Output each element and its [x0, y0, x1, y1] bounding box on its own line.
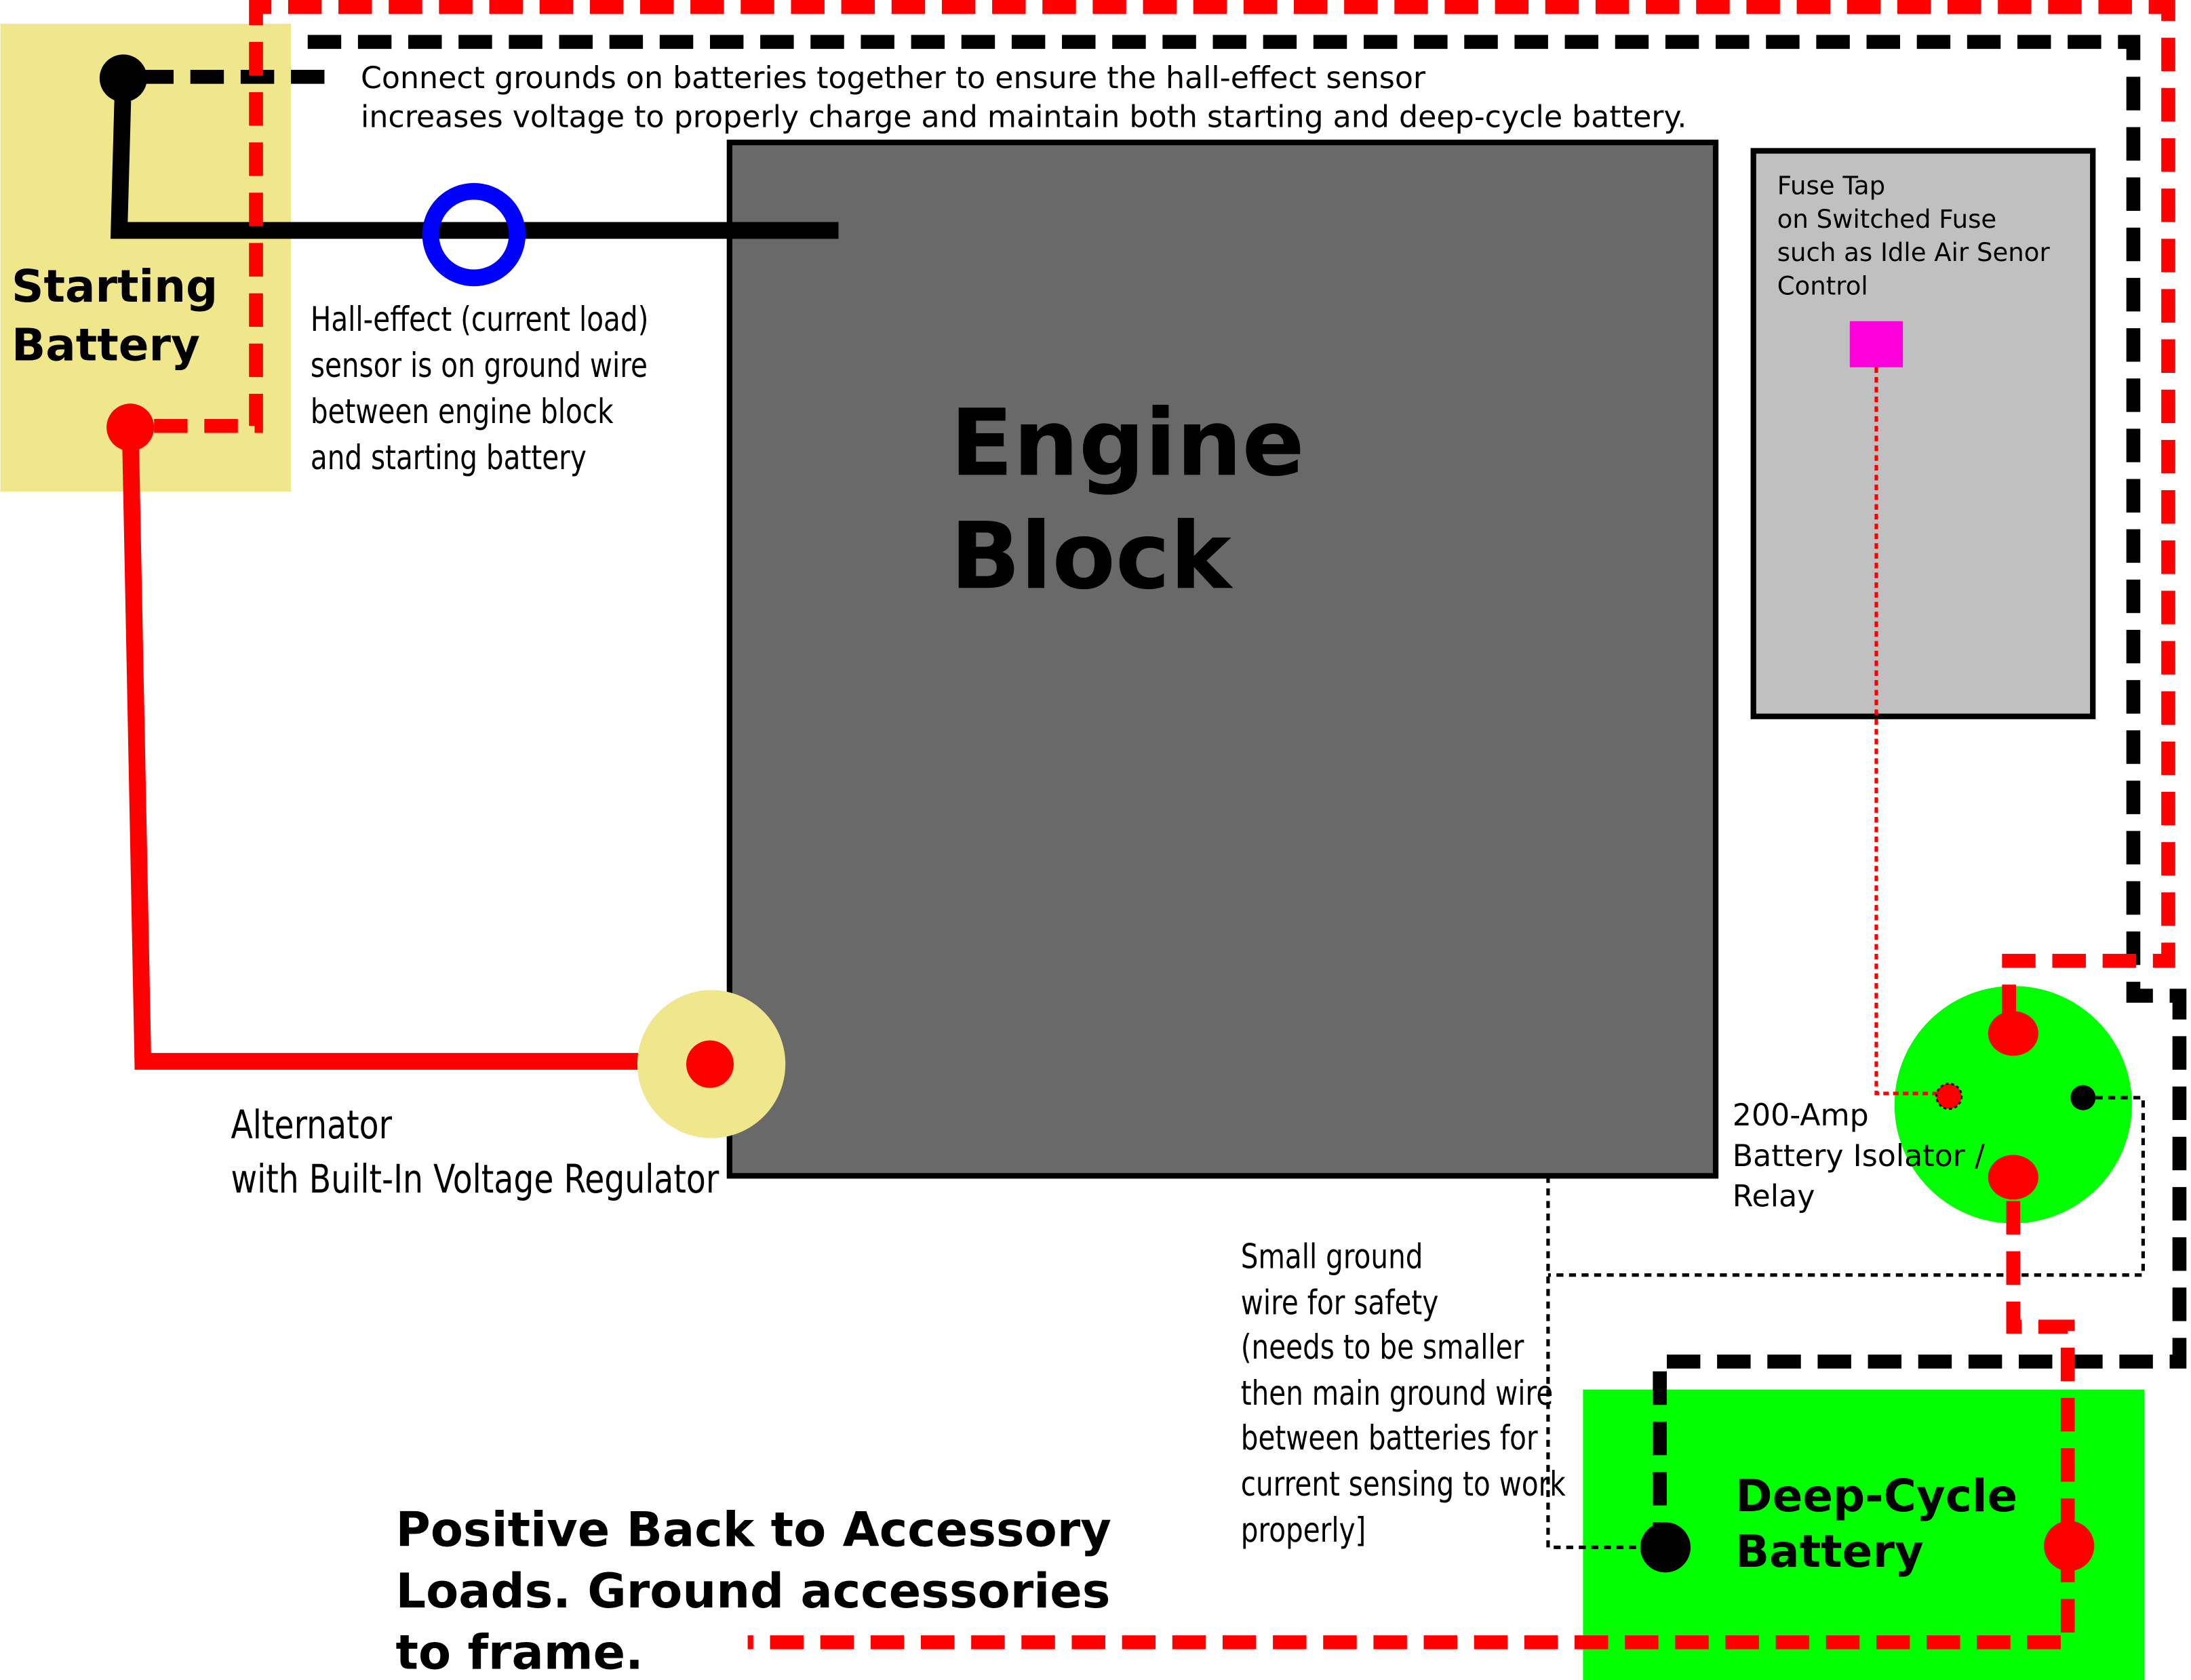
engine-block	[726, 139, 1719, 1179]
alternator-label: Alternator with Built-In Voltage Regulat…	[231, 1102, 719, 1202]
safety-ground-note: Small ground wire for safety (needs to b…	[1241, 1237, 1575, 1550]
deep-cycle-positive-terminal	[2044, 1521, 2095, 1572]
isolator-trigger-terminal	[1935, 1082, 1963, 1111]
isolator-input-terminal	[1988, 1011, 2038, 1056]
isolator-ground-terminal	[2070, 1085, 2096, 1111]
wiring-diagram: Starting Battery Engine Block Fuse Tap o…	[0, 0, 2187, 1680]
hall-effect-note: Hall-effect (current load) sensor is on …	[311, 300, 657, 477]
alternator-output-terminal	[686, 1040, 734, 1088]
isolator-output-terminal	[1988, 1155, 2038, 1200]
fuse-box	[1750, 148, 2096, 719]
starting-battery-negative-terminal	[99, 54, 147, 102]
alternator-positive-wire	[121, 427, 710, 1070]
starting-battery-positive-terminal	[106, 403, 155, 452]
accessory-note: Positive Back to Accessory Loads. Ground…	[396, 1502, 1128, 1680]
top-note: Connect grounds on batteries together to…	[361, 61, 1686, 135]
fuse-tap	[1849, 321, 1903, 367]
deep-cycle-negative-terminal	[1640, 1522, 1691, 1573]
